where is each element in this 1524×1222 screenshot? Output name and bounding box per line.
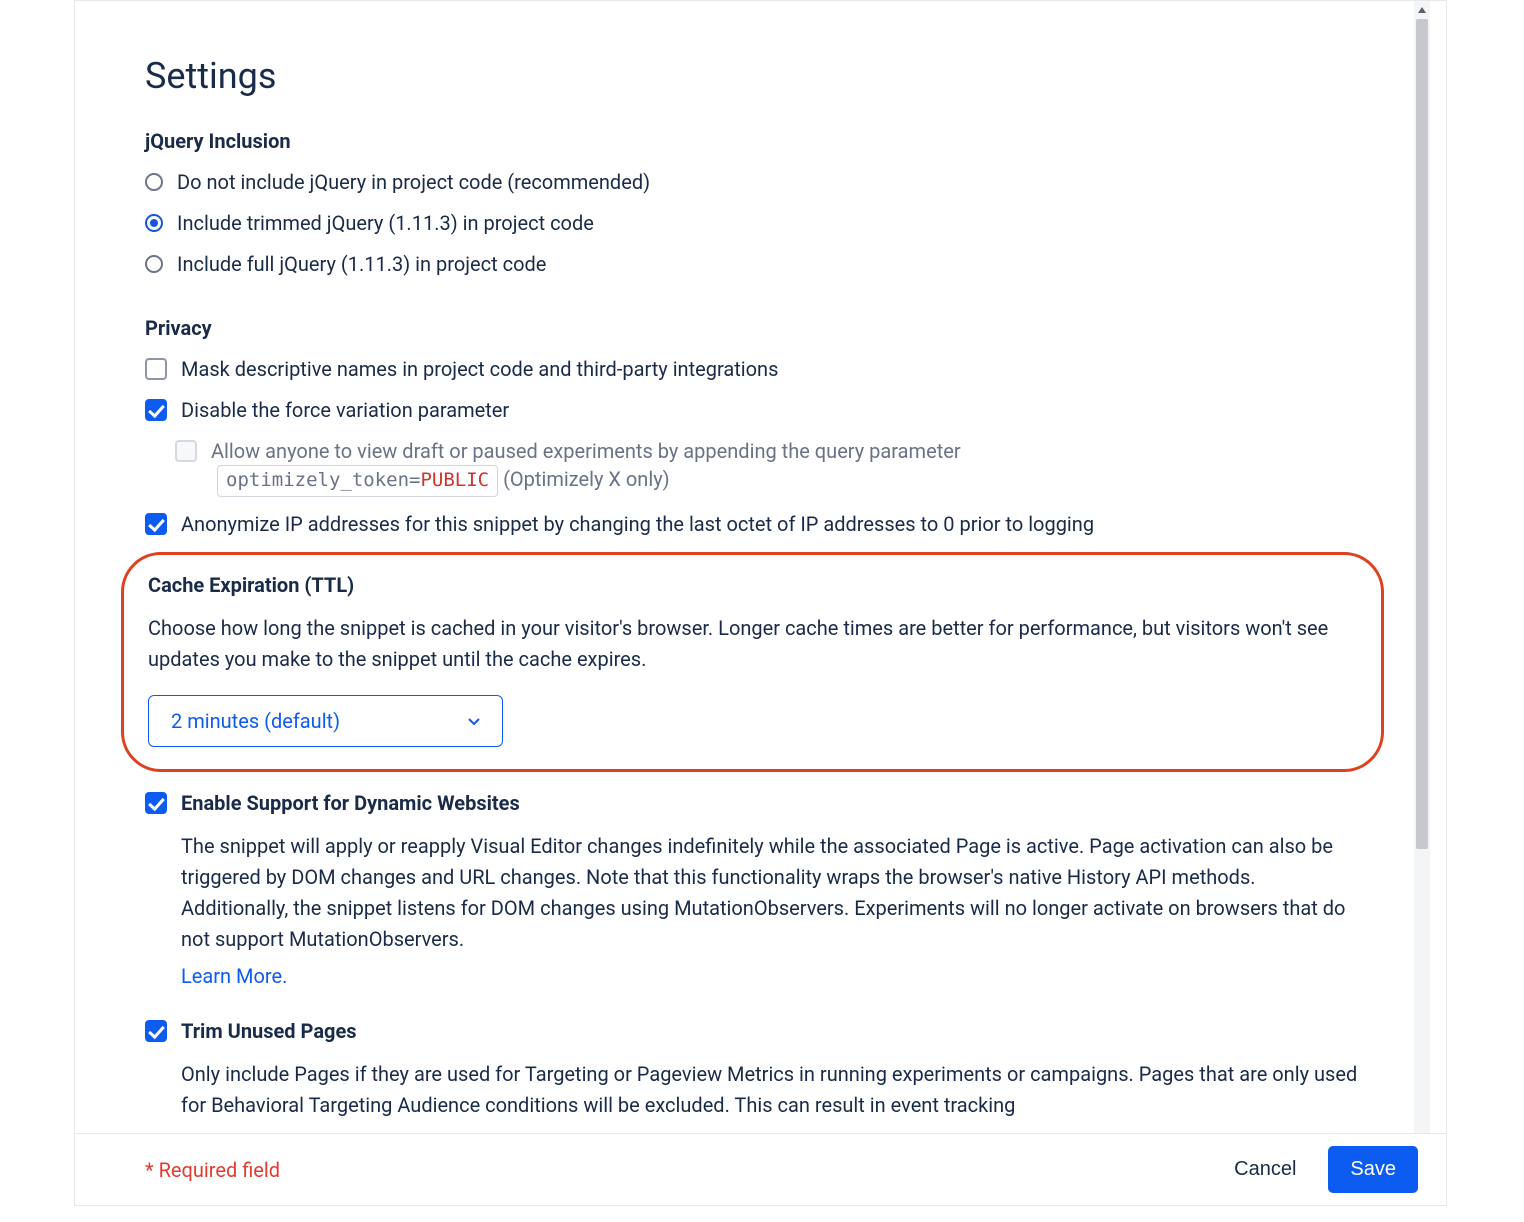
code-value: PUBLIC [420,469,489,491]
dynamic-description: The snippet will apply or reapply Visual… [181,831,1360,955]
dialog-panel: Settings jQuery Inclusion Do not include… [74,0,1447,1206]
allow-view-label-text: Allow anyone to view draft or paused exp… [211,439,961,463]
trim-unused-pages-checkbox[interactable]: Trim Unused Pages [145,1018,1360,1045]
ttl-select-value: 2 minutes (default) [171,709,340,733]
checkbox-label: Mask descriptive names in project code a… [181,356,778,383]
jquery-option-trimmed[interactable]: Include trimmed jQuery (1.11.3) in proje… [145,210,1360,237]
dialog-footer: * Required field Cancel Save [75,1133,1446,1205]
anonymize-ip-checkbox[interactable]: Anonymize IP addresses for this snippet … [145,511,1360,538]
jquery-option-none[interactable]: Do not include jQuery in project code (r… [145,169,1360,196]
dynamic-learn-more-link[interactable]: Learn More. [181,964,287,988]
disable-force-variation-checkbox[interactable]: Disable the force variation parameter [145,397,1360,424]
chevron-down-icon [466,713,482,729]
checkbox-label: Anonymize IP addresses for this snippet … [181,511,1094,538]
checkbox-icon [145,1020,167,1042]
radio-icon [145,173,163,191]
checkbox-icon [175,440,197,462]
checkbox-label: Disable the force variation parameter [181,397,509,424]
save-button[interactable]: Save [1328,1146,1418,1193]
checkbox-icon [145,399,167,421]
cache-expiration-highlight: Cache Expiration (TTL) Choose how long t… [121,552,1384,772]
checkbox-icon [145,513,167,535]
privacy-heading: Privacy [145,316,1360,340]
radio-label: Do not include jQuery in project code (r… [177,169,650,196]
checkbox-label: Trim Unused Pages [181,1018,357,1045]
mask-names-checkbox[interactable]: Mask descriptive names in project code a… [145,356,1360,383]
radio-icon [145,255,163,273]
code-prefix: optimizely_token= [226,469,420,491]
scrollbar-thumb[interactable] [1416,19,1428,849]
scroll-area: Settings jQuery Inclusion Do not include… [75,1,1430,1147]
radio-icon [145,214,163,232]
trim-description: Only include Pages if they are used for … [181,1059,1360,1121]
page-title: Settings [145,55,1360,97]
x-only-note: (Optimizely X only) [503,467,670,491]
ttl-description: Choose how long the snippet is cached in… [148,613,1357,675]
required-field-note: * Required field [145,1158,1212,1182]
jquery-option-full[interactable]: Include full jQuery (1.11.3) in project … [145,251,1360,278]
cancel-button[interactable]: Cancel [1212,1146,1318,1193]
page-frame: Settings jQuery Inclusion Do not include… [0,0,1524,1222]
scrollbar-track[interactable] [1414,1,1430,1147]
allow-view-draft-checkbox: Allow anyone to view draft or paused exp… [175,438,1360,497]
enable-dynamic-websites-checkbox[interactable]: Enable Support for Dynamic Websites [145,790,1360,817]
checkbox-label: Allow anyone to view draft or paused exp… [211,438,961,497]
radio-label: Include full jQuery (1.11.3) in project … [177,251,546,278]
ttl-select[interactable]: 2 minutes (default) [148,695,503,747]
checkbox-icon [145,792,167,814]
query-param-code: optimizely_token=PUBLIC [217,465,498,497]
radio-label: Include trimmed jQuery (1.11.3) in proje… [177,210,594,237]
checkbox-icon [145,358,167,380]
ttl-heading: Cache Expiration (TTL) [148,573,1357,597]
scroll-up-icon[interactable] [1417,5,1427,15]
checkbox-label: Enable Support for Dynamic Websites [181,790,520,817]
jquery-heading: jQuery Inclusion [145,129,1360,153]
